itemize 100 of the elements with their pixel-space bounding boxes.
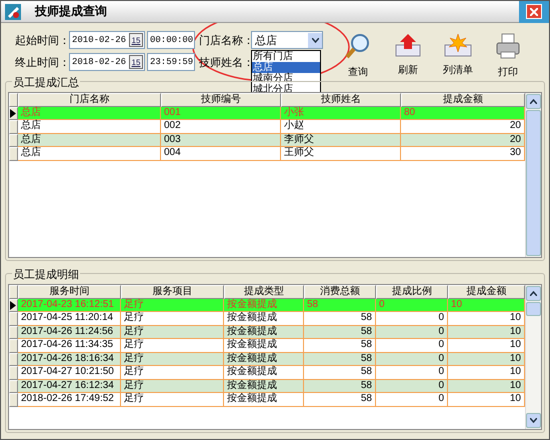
toolbar-button[interactable]: 刷新	[391, 31, 425, 81]
printer-icon	[495, 33, 521, 59]
table-cell: 按金额提成	[224, 326, 304, 339]
row-header[interactable]	[9, 106, 18, 120]
magnifier-icon	[345, 33, 371, 59]
table-cell: 0	[376, 393, 448, 406]
table-cell: 王师父	[281, 147, 401, 160]
table-cell: 2017-04-26 11:24:56	[18, 326, 121, 339]
table-cell: 58	[304, 352, 376, 366]
column-header[interactable]: 提成比例	[376, 285, 448, 299]
scrollbar-track[interactable]	[525, 93, 541, 257]
column-header[interactable]: 门店名称	[18, 93, 161, 107]
table-cell: 20	[401, 120, 525, 134]
table-cell: 80	[401, 106, 525, 120]
field-label: 门店名称：	[199, 33, 251, 49]
calendar-button[interactable]: 15	[129, 33, 143, 47]
table-cell: 小赵	[281, 120, 401, 134]
column-header[interactable]: 技师编号	[161, 93, 281, 107]
table-cell: 10	[448, 393, 525, 406]
column-header[interactable]: 提成金额	[401, 93, 525, 107]
table-cell: 002	[161, 120, 281, 134]
table-cell: 足疗	[121, 352, 224, 366]
table-cell: 004	[161, 147, 281, 160]
table-cell: 10	[448, 352, 525, 366]
down-chevron-icon	[530, 418, 537, 423]
table-cell: 李师父	[281, 134, 401, 147]
close-icon	[530, 8, 538, 16]
table-cell: 58	[304, 380, 376, 393]
table-cell: 足疗	[121, 380, 224, 393]
column-header[interactable]: 服务时间	[18, 285, 121, 299]
table-cell: 58	[304, 366, 376, 380]
toolbar-button[interactable]: 列清单	[441, 31, 475, 81]
table-cell: 总店	[18, 106, 161, 120]
time-field[interactable]: 00:00:00	[147, 31, 195, 49]
scroll-up-button[interactable]	[526, 94, 541, 109]
up-arrow-tray-icon	[395, 33, 421, 57]
table-cell: 58	[304, 312, 376, 326]
table-cell: 0	[376, 352, 448, 366]
close-button[interactable]	[519, 1, 549, 22]
table-cell: 0	[376, 326, 448, 339]
field-label: 终止时间：	[15, 55, 67, 71]
table-cell: 0	[376, 312, 448, 326]
field-label: 起始时间：	[15, 33, 67, 49]
toolbar-button[interactable]: 查询	[341, 31, 375, 81]
table-cell: 总店	[18, 134, 161, 147]
toolbar-button[interactable]: 打印	[491, 31, 525, 81]
table-cell: 10	[448, 326, 525, 339]
table-cell: 20	[401, 134, 525, 147]
group-title: 员工提成汇总	[12, 75, 80, 90]
table-cell: 10	[448, 312, 525, 326]
table-cell: 0	[376, 298, 448, 312]
store-dropdown[interactable]: 总店	[251, 31, 323, 49]
calendar-button[interactable]: 15	[129, 55, 143, 69]
scroll-down-button[interactable]	[526, 413, 541, 428]
table-cell: 2017-04-26 18:16:34	[18, 352, 121, 366]
table-cell: 按金额提成	[224, 380, 304, 393]
scroll-thumb[interactable]	[526, 302, 541, 316]
table-cell: 足疗	[121, 298, 224, 312]
row-pointer-icon	[10, 300, 16, 310]
sparkle-tray-icon	[444, 33, 472, 57]
scroll-up-button[interactable]	[526, 286, 541, 301]
table-cell: 按金额提成	[224, 312, 304, 326]
date-field[interactable]: 2018-02-26 15	[69, 53, 145, 71]
scroll-thumb[interactable]	[526, 110, 541, 256]
date-field[interactable]: 2010-02-26 15	[69, 31, 145, 49]
table-cell: 58	[304, 393, 376, 406]
table-cell: 2017-04-25 11:20:14	[18, 312, 121, 326]
scrollbar-track[interactable]	[525, 285, 541, 429]
column-header[interactable]: 消费总额	[304, 285, 376, 299]
column-header[interactable]: 服务项目	[121, 285, 224, 299]
table-cell: 003	[161, 134, 281, 147]
table-cell: 10	[448, 339, 525, 352]
table-cell: 001	[161, 106, 281, 120]
table-cell: 58	[304, 298, 376, 312]
table-cell: 按金额提成	[224, 298, 304, 312]
table-cell: 按金额提成	[224, 339, 304, 352]
table-cell: 2017-04-23 16:12:51	[18, 298, 121, 312]
table-cell: 足疗	[121, 393, 224, 406]
table-cell: 10	[448, 298, 525, 312]
table-cell: 2017-04-27 16:12:34	[18, 380, 121, 393]
table-cell: 足疗	[121, 312, 224, 326]
table-cell: 足疗	[121, 366, 224, 380]
table-cell: 总店	[18, 147, 161, 160]
column-header[interactable]: 提成类型	[224, 285, 304, 299]
table-cell: 30	[401, 147, 525, 160]
table-cell: 足疗	[121, 326, 224, 339]
down-chevron-icon	[312, 38, 318, 42]
table-cell: 58	[304, 339, 376, 352]
row-header[interactable]	[9, 298, 18, 312]
table-cell: 0	[376, 339, 448, 352]
table-cell: 按金额提成	[224, 393, 304, 406]
column-header[interactable]: 技师姓名	[281, 93, 401, 107]
time-field[interactable]: 23:59:59	[147, 53, 195, 71]
table-cell: 2017-04-26 11:34:35	[18, 339, 121, 352]
table-cell: 10	[448, 366, 525, 380]
table-cell: 小张	[281, 106, 401, 120]
column-header[interactable]: 提成金额	[448, 285, 525, 299]
dropdown-option[interactable]: 总店	[252, 62, 320, 73]
table-cell: 0	[376, 366, 448, 380]
table-cell: 0	[376, 380, 448, 393]
